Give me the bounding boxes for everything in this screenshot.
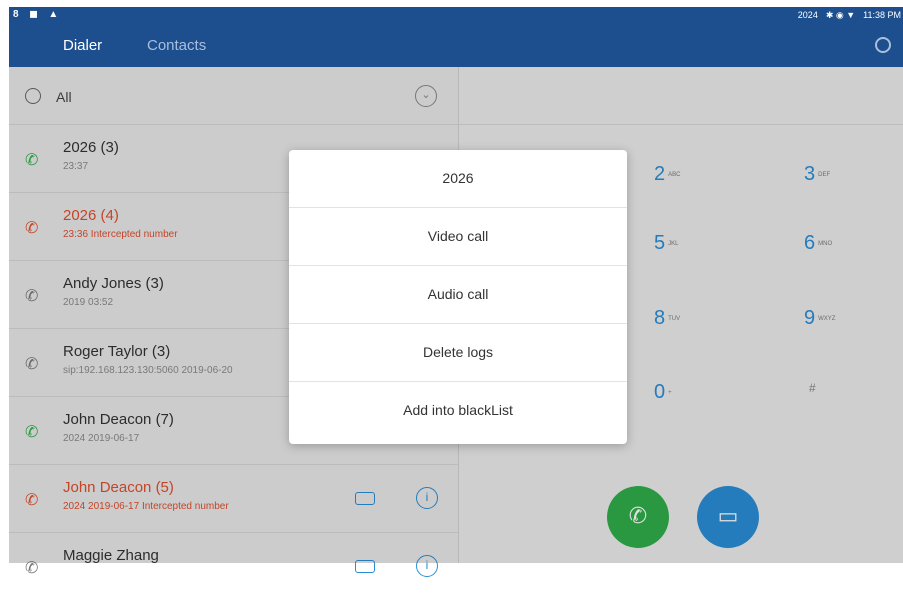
audio-call-option[interactable]: Audio call bbox=[289, 266, 627, 324]
status-number: 2024 bbox=[797, 10, 818, 20]
video-call-option[interactable]: Video call bbox=[289, 208, 627, 266]
status-left-icons: 8 ◼ ▲ bbox=[13, 9, 63, 20]
tab-contacts[interactable]: Contacts bbox=[147, 37, 206, 54]
add-blacklist-option[interactable]: Add into blackList bbox=[289, 382, 627, 439]
dialog-title: 2026 bbox=[289, 150, 627, 208]
app-header: Dialer Contacts bbox=[9, 25, 903, 67]
status-bar: 8 ◼ ▲ 2024 ✱ ◉ ▼ 11:38 PM bbox=[9, 7, 903, 25]
status-right: 2024 ✱ ◉ ▼ 11:38 PM bbox=[798, 10, 901, 21]
status-time: 11:38 PM bbox=[863, 10, 901, 20]
tab-dialer[interactable]: Dialer bbox=[63, 37, 102, 54]
call-options-dialog: 2026 Video call Audio call Delete logs A… bbox=[289, 150, 627, 444]
delete-logs-option[interactable]: Delete logs bbox=[289, 324, 627, 382]
status-icons: ✱ ◉ ▼ bbox=[825, 10, 856, 20]
gear-icon[interactable] bbox=[875, 37, 891, 53]
